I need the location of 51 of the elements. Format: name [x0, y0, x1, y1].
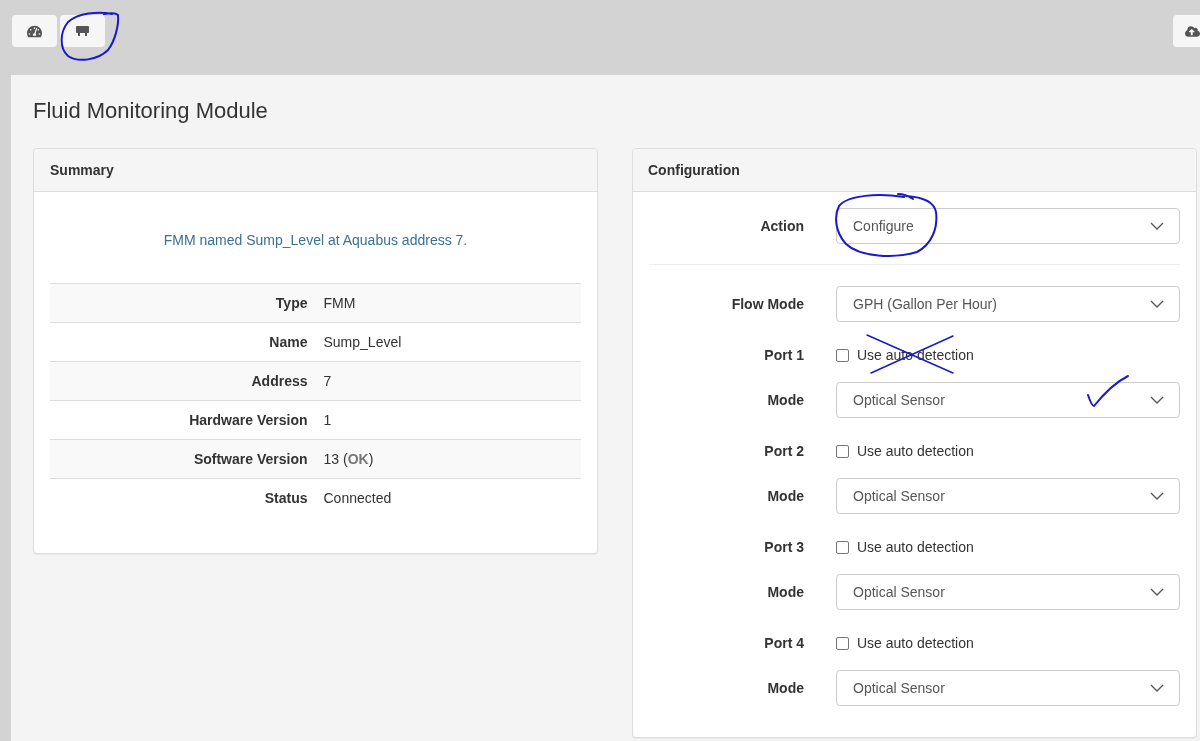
panel-heading: Configuration	[633, 149, 1196, 192]
field-label: Software Version	[50, 439, 316, 479]
field-value: Sump_Level	[315, 322, 581, 362]
action-select[interactable]: Configure	[836, 208, 1180, 244]
field-value: FMM	[315, 283, 581, 323]
field-label: Status	[50, 478, 316, 517]
field-value: 13 (OK)	[315, 439, 581, 479]
field-value: 1	[315, 400, 581, 440]
field-label: Port 3	[763, 539, 804, 555]
field-label: Address	[50, 361, 316, 401]
mode-select[interactable]: Optical Sensor	[836, 670, 1180, 706]
summary-message: FMM named Sump_Level at Aquabus address 7.	[162, 231, 469, 250]
field-label: Action	[759, 218, 804, 234]
chevron-down-icon	[1150, 222, 1164, 230]
chevron-down-icon	[1150, 588, 1164, 596]
field-label: Flow Mode	[730, 296, 804, 312]
sign-icon	[76, 26, 89, 36]
chevron-down-icon	[1150, 300, 1164, 308]
chevron-down-icon	[1150, 396, 1164, 404]
field-label: Mode	[766, 584, 804, 600]
panel-heading: Summary	[34, 149, 597, 192]
upload-button[interactable]	[1173, 15, 1200, 47]
field-label: Mode	[766, 488, 804, 504]
flow-mode-select[interactable]: GPH (Gallon Per Hour)	[836, 286, 1180, 322]
field-label: Port 2	[763, 443, 804, 459]
toolbar-button[interactable]	[60, 15, 105, 47]
chevron-down-icon	[1150, 684, 1164, 692]
field-label: Name	[50, 322, 316, 362]
field-label: Port 4	[763, 635, 804, 651]
field-label: Port 1	[763, 347, 804, 363]
gauge-icon	[27, 23, 42, 39]
field-label: Mode	[766, 392, 804, 408]
field-value: Connected	[315, 478, 581, 517]
checkbox[interactable]	[836, 540, 849, 554]
checkbox-label[interactable]: Use auto detection	[857, 633, 974, 653]
checkbox-label[interactable]: Use auto detection	[857, 537, 974, 557]
mode-select[interactable]: Optical Sensor	[836, 574, 1180, 610]
checkbox[interactable]	[836, 444, 849, 458]
page-title: Fluid Monitoring Module	[33, 98, 269, 124]
field-value: 7	[315, 361, 581, 401]
mode-select[interactable]: Optical Sensor	[836, 478, 1180, 514]
cloud-upload-icon	[1185, 23, 1200, 39]
checkbox[interactable]	[836, 636, 849, 650]
field-label: Hardware Version	[50, 400, 316, 440]
mode-select[interactable]: Optical Sensor	[836, 382, 1180, 418]
field-label: Mode	[766, 680, 804, 696]
chevron-down-icon	[1150, 492, 1164, 500]
field-label: Type	[50, 283, 316, 323]
checkbox-label[interactable]: Use auto detection	[857, 441, 974, 461]
toolbar-button[interactable]	[12, 15, 57, 47]
checkbox[interactable]	[836, 348, 849, 362]
